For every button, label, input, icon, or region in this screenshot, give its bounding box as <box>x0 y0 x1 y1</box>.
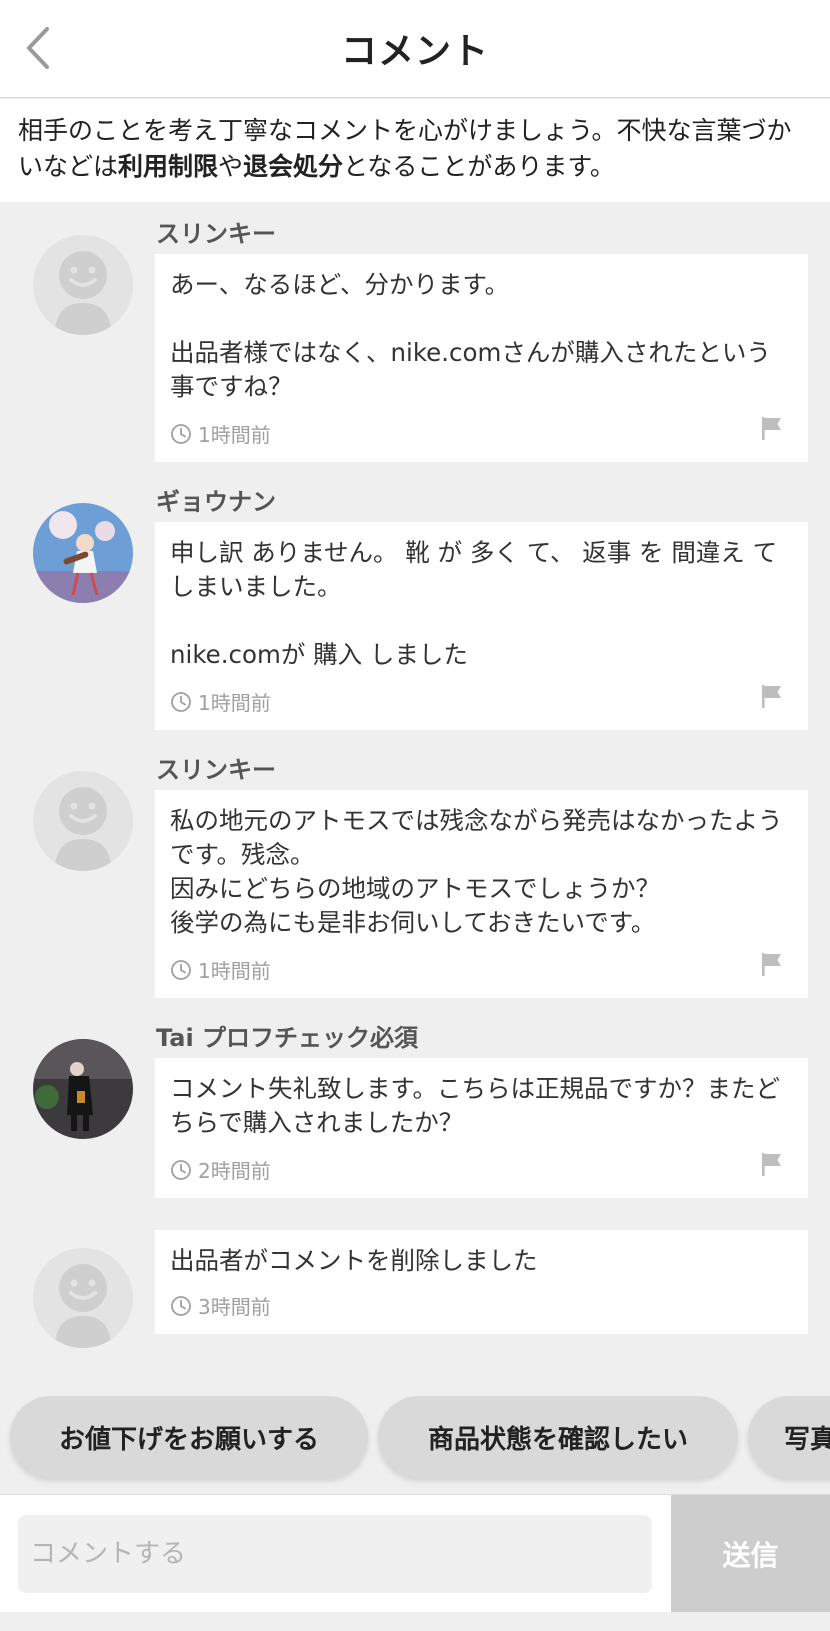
comment-timestamp: 2時間前 <box>170 1155 271 1184</box>
comment-time: 1時間前 <box>198 423 271 447</box>
bottom-strip <box>0 1612 830 1631</box>
comment-timestamp: 1時間前 <box>170 419 271 448</box>
comment-body: 私の地元のアトモスでは残念ながら発売はなかったようです。残念。 因みにどちらの地… <box>170 806 783 937</box>
comment-body: コメント失礼致します。こちらは正規品ですか？またどちらで購入されましたか？ <box>170 1074 781 1137</box>
comment-time: 2時間前 <box>198 1159 271 1183</box>
comment-body: あー、なるほど、分かります。 出品者様ではなく、nike.comさんが購入された… <box>170 270 771 401</box>
flag-icon[interactable] <box>758 682 786 710</box>
comment-body: 出品者がコメントを削除しました <box>170 1246 538 1275</box>
notice-text-connector: や <box>218 152 244 181</box>
comment-bubble: 申し訳 ありません。 靴 が 多く て、 返事 を 間違え てしまいました。 n… <box>155 522 808 730</box>
illustration-avatar[interactable] <box>33 503 133 603</box>
clock-icon <box>171 691 191 712</box>
notice-bold-usage-restriction: 利用制限 <box>118 152 219 181</box>
comment-timestamp: 3時間前 <box>170 1291 271 1320</box>
comment-body: 申し訳 ありません。 靴 が 多く て、 返事 を 間違え てしまいました。 n… <box>170 538 778 669</box>
quick-reply-photo[interactable]: 写真 <box>748 1396 830 1478</box>
photo-avatar[interactable] <box>33 1039 133 1139</box>
quick-reply-condition-check[interactable]: 商品状態を確認したい <box>378 1396 738 1478</box>
comment-timestamp: 1時間前 <box>170 955 271 984</box>
flag-icon[interactable] <box>758 950 786 978</box>
comment-time: 1時間前 <box>198 959 271 983</box>
comment-time: 1時間前 <box>198 691 271 715</box>
default-avatar-icon[interactable] <box>33 771 133 871</box>
comment-input[interactable] <box>18 1515 652 1593</box>
flag-icon[interactable] <box>758 414 786 442</box>
default-avatar-icon <box>33 1248 133 1348</box>
clock-icon <box>171 423 191 444</box>
default-avatar-icon[interactable] <box>33 235 133 335</box>
clock-icon <box>171 1295 191 1316</box>
comment-username[interactable]: Tai プロフチェック必須 <box>156 1018 418 1053</box>
comment-bubble: 出品者がコメントを削除しました 3時間前 <box>155 1230 808 1334</box>
comment-timestamp: 1時間前 <box>170 687 271 716</box>
comment-username[interactable]: ギョウナン <box>156 482 276 517</box>
comment-username[interactable]: スリンキー <box>156 214 276 249</box>
clock-icon <box>171 1159 191 1180</box>
comment-composer: 送信 <box>0 1494 830 1613</box>
comment-bubble: 私の地元のアトモスでは残念ながら発売はなかったようです。残念。 因みにどちらの地… <box>155 790 808 998</box>
quick-reply-price-request[interactable]: お値下げをお願いする <box>10 1396 368 1478</box>
comment-time: 3時間前 <box>198 1295 271 1319</box>
header: コメント <box>0 0 830 98</box>
clock-icon <box>171 959 191 980</box>
comment-username[interactable]: スリンキー <box>156 750 276 785</box>
notice-text-end: となることがあります。 <box>343 152 615 181</box>
comment-bubble: コメント失礼致します。こちらは正規品ですか？またどちらで購入されましたか？ 2時… <box>155 1058 808 1198</box>
notice-bold-withdrawal: 退会処分 <box>243 152 344 181</box>
send-button[interactable]: 送信 <box>671 1495 830 1613</box>
comment-guideline-notice: 相手のことを考え丁寧なコメントを心がけましょう。不快な言葉づかいなどは利用制限や… <box>0 99 830 202</box>
page-title: コメント <box>340 31 489 72</box>
flag-icon[interactable] <box>758 1150 786 1178</box>
quick-reply-bar: お値下げをお願いする 商品状態を確認したい 写真 <box>0 1396 830 1486</box>
comment-bubble: あー、なるほど、分かります。 出品者様ではなく、nike.comさんが購入された… <box>155 254 808 462</box>
